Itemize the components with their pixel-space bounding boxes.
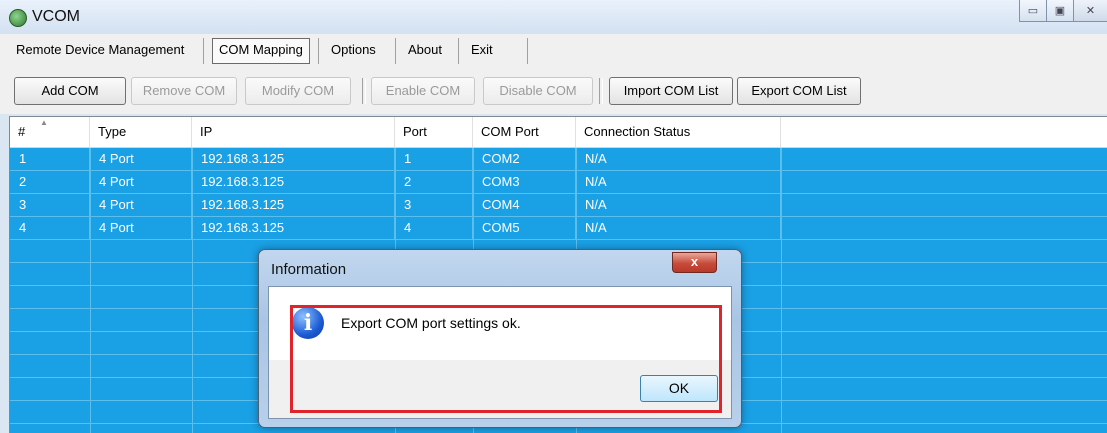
menu-separator <box>458 38 459 64</box>
column-header-ip[interactable]: IP <box>192 117 395 147</box>
column-header-port[interactable]: Port <box>395 117 473 147</box>
cell-type: 4 Port <box>90 148 192 170</box>
column-header-number[interactable]: # ▲ <box>10 117 90 147</box>
menu-com-mapping[interactable]: COM Mapping <box>212 38 310 64</box>
info-icon: i <box>292 307 324 339</box>
cell-number: 2 <box>10 171 90 193</box>
table-header: # ▲ Type IP Port COM Port Connection Sta… <box>10 117 1107 148</box>
menu-separator <box>527 38 528 64</box>
sort-ascending-icon: ▲ <box>40 118 48 127</box>
dialog-body: i Export COM port settings ok. OK <box>268 286 732 419</box>
cell-port: 4 <box>395 217 473 239</box>
remove-com-button[interactable]: Remove COM <box>131 77 237 105</box>
import-com-list-button[interactable]: Import COM List <box>609 77 733 105</box>
column-header-type[interactable]: Type <box>90 117 192 147</box>
dialog-message: Export COM port settings ok. <box>341 315 521 331</box>
cell-ip: 192.168.3.125 <box>192 171 395 193</box>
window-controls: ▭ ▣ ✕ <box>1019 0 1107 26</box>
menu-separator <box>395 38 396 64</box>
close-icon: ✕ <box>1085 5 1096 17</box>
table-row[interactable]: 2 4 Port 192.168.3.125 2 COM3 N/A <box>10 171 1107 194</box>
maximize-button[interactable]: ▣ <box>1046 0 1074 22</box>
cell-connection-status: N/A <box>576 171 781 193</box>
toolbar-separator <box>599 78 603 104</box>
export-com-list-button[interactable]: Export COM List <box>737 77 861 105</box>
table-row[interactable]: 1 4 Port 192.168.3.125 1 COM2 N/A <box>10 148 1107 171</box>
dialog-message-area: i Export COM port settings ok. <box>269 287 731 360</box>
dialog-close-button[interactable]: x <box>672 252 717 273</box>
column-header-connection-status[interactable]: Connection Status <box>576 117 781 147</box>
column-header-com-port[interactable]: COM Port <box>473 117 576 147</box>
cell-type: 4 Port <box>90 171 192 193</box>
cell-connection-status: N/A <box>576 148 781 170</box>
toolbar-separator <box>362 78 366 104</box>
menu-options[interactable]: Options <box>325 38 382 62</box>
information-dialog: Information x i Export COM port settings… <box>258 249 742 428</box>
cell-connection-status: N/A <box>576 194 781 216</box>
table-row[interactable]: 3 4 Port 192.168.3.125 3 COM4 N/A <box>10 194 1107 217</box>
disable-com-button[interactable]: Disable COM <box>483 77 593 105</box>
cell-com-port: COM4 <box>473 194 576 216</box>
ok-button[interactable]: OK <box>640 375 718 402</box>
cell-number: 3 <box>10 194 90 216</box>
cell-com-port: COM5 <box>473 217 576 239</box>
minimize-icon: ▭ <box>1027 5 1039 17</box>
dialog-title: Information <box>271 261 347 278</box>
table-row[interactable]: 4 4 Port 192.168.3.125 4 COM5 N/A <box>10 217 1107 240</box>
close-window-button[interactable]: ✕ <box>1073 0 1107 22</box>
cell-port: 3 <box>395 194 473 216</box>
close-icon: x <box>690 254 699 269</box>
cell-ip: 192.168.3.125 <box>192 148 395 170</box>
cell-type: 4 Port <box>90 217 192 239</box>
cell-com-port: COM2 <box>473 148 576 170</box>
menu-separator <box>318 38 319 64</box>
menu-exit[interactable]: Exit <box>465 38 499 62</box>
cell-com-port: COM3 <box>473 171 576 193</box>
toolbar: Add COM Remove COM Modify COM Enable COM… <box>0 68 1107 114</box>
app-icon <box>9 9 27 27</box>
menu-bar: Remote Device Management COM Mapping Opt… <box>0 34 1107 68</box>
column-header-label: # <box>18 124 26 139</box>
modify-com-button[interactable]: Modify COM <box>245 77 351 105</box>
maximize-icon: ▣ <box>1054 5 1066 17</box>
cell-ip: 192.168.3.125 <box>192 194 395 216</box>
menu-separator <box>203 38 204 64</box>
cell-type: 4 Port <box>90 194 192 216</box>
add-com-button[interactable]: Add COM <box>14 77 126 105</box>
cell-number: 1 <box>10 148 90 170</box>
minimize-button[interactable]: ▭ <box>1019 0 1047 22</box>
window-title: VCOM <box>32 8 80 25</box>
enable-com-button[interactable]: Enable COM <box>371 77 475 105</box>
cell-port: 2 <box>395 171 473 193</box>
cell-connection-status: N/A <box>576 217 781 239</box>
menu-remote-device-management[interactable]: Remote Device Management <box>10 38 190 62</box>
cell-ip: 192.168.3.125 <box>192 217 395 239</box>
cell-number: 4 <box>10 217 90 239</box>
menu-about[interactable]: About <box>402 38 448 62</box>
cell-port: 1 <box>395 148 473 170</box>
title-bar: VCOM ▭ ▣ ✕ <box>0 0 1107 34</box>
